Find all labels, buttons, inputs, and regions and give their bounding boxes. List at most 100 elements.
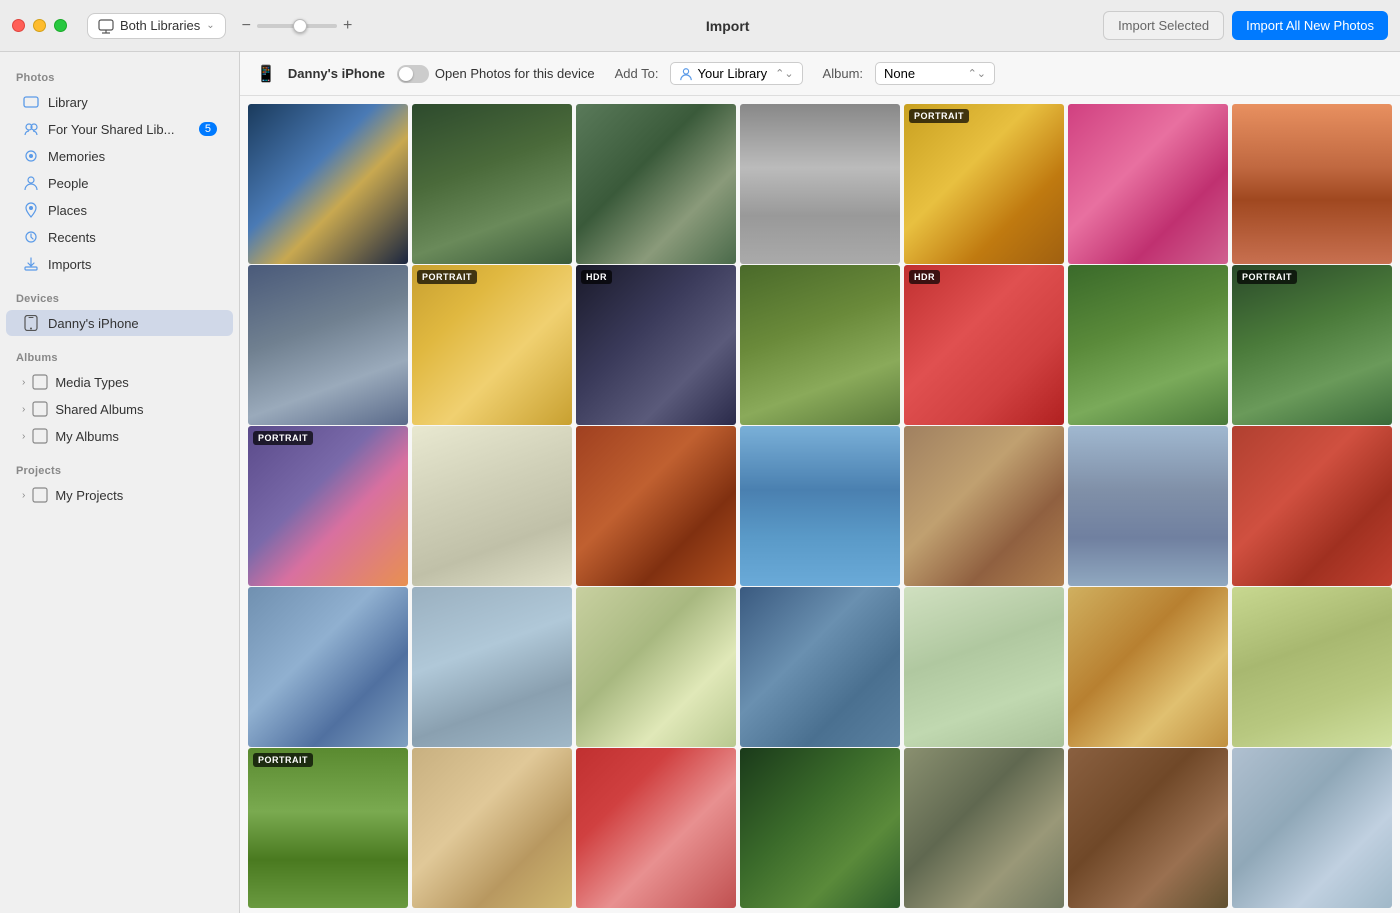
photo-cell[interactable] (1068, 265, 1228, 425)
photo-cell[interactable] (1068, 587, 1228, 747)
places-label: Places (48, 203, 87, 218)
device-label: Danny's iPhone (48, 316, 139, 331)
sidebar-item-people[interactable]: People (6, 170, 233, 196)
chevron-right-icon-2: › (22, 404, 25, 415)
photo-badge: PORTRAIT (417, 270, 477, 284)
chevron-right-icon-3: › (22, 431, 25, 442)
my-albums-label: My Albums (55, 429, 119, 444)
sidebar-item-recents[interactable]: Recents (6, 224, 233, 250)
media-types-icon (31, 373, 49, 391)
main-layout: Photos Library For Your Shared Lib... 5 … (0, 52, 1400, 913)
sidebar-item-shared-albums[interactable]: › Shared Albums (6, 396, 233, 422)
library-selector[interactable]: Both Libraries ⌄ (87, 13, 226, 39)
photo-cell[interactable]: HDR (576, 265, 736, 425)
sidebar-item-shared-lib[interactable]: For Your Shared Lib... 5 (6, 116, 233, 142)
photo-cell[interactable] (576, 104, 736, 264)
sidebar-item-device[interactable]: Danny's iPhone (6, 310, 233, 336)
photo-cell[interactable] (576, 587, 736, 747)
close-button[interactable] (12, 19, 25, 32)
photo-cell[interactable] (740, 104, 900, 264)
traffic-lights (12, 19, 67, 32)
photo-badge: PORTRAIT (253, 431, 313, 445)
photo-cell[interactable] (576, 426, 736, 586)
zoom-control: − + (242, 17, 353, 35)
photo-cell[interactable] (412, 587, 572, 747)
media-types-label: Media Types (55, 375, 128, 390)
photos-section-label: Photos (0, 64, 239, 88)
photo-cell[interactable] (1068, 426, 1228, 586)
photo-cell[interactable] (248, 587, 408, 747)
sidebar-item-my-projects[interactable]: › My Projects (6, 482, 233, 508)
people-icon (22, 174, 40, 192)
photo-cell[interactable] (412, 748, 572, 908)
chevron-right-icon-4: › (22, 490, 25, 501)
album-label: Album: (823, 66, 863, 81)
zoom-minus-button[interactable]: − (242, 17, 251, 35)
library-label: Library (48, 95, 88, 110)
photo-cell[interactable]: PORTRAIT (904, 104, 1064, 264)
phone-icon: 📱 (256, 64, 276, 84)
photo-cell[interactable] (1232, 587, 1392, 747)
sidebar-item-places[interactable]: Places (6, 197, 233, 223)
open-photos-toggle: Open Photos for this device (397, 65, 595, 83)
photo-cell[interactable] (904, 748, 1064, 908)
photo-cell[interactable]: PORTRAIT (248, 426, 408, 586)
photo-cell[interactable] (248, 265, 408, 425)
photo-cell[interactable] (576, 748, 736, 908)
photo-cell[interactable] (740, 587, 900, 747)
iphone-icon (22, 314, 40, 332)
places-icon (22, 201, 40, 219)
photo-cell[interactable] (904, 426, 1064, 586)
sidebar-item-my-albums[interactable]: › My Albums (6, 423, 233, 449)
page-title: Import (352, 18, 1103, 34)
import-selected-button[interactable]: Import Selected (1103, 11, 1224, 40)
shared-albums-icon (31, 400, 49, 418)
sidebar-item-memories[interactable]: Memories (6, 143, 233, 169)
library-dropdown-value: Your Library (697, 66, 767, 81)
content-area: 📱 Danny's iPhone Open Photos for this de… (240, 52, 1400, 913)
photo-cell[interactable] (248, 104, 408, 264)
photo-cell[interactable] (1068, 104, 1228, 264)
people-label: People (48, 176, 88, 191)
my-projects-icon (31, 486, 49, 504)
shared-lib-icon (22, 120, 40, 138)
photo-cell[interactable] (1232, 426, 1392, 586)
sidebar: Photos Library For Your Shared Lib... 5 … (0, 52, 240, 913)
sidebar-item-media-types[interactable]: › Media Types (6, 369, 233, 395)
photo-cell[interactable]: PORTRAIT (248, 748, 408, 908)
photo-cell[interactable]: HDR (904, 265, 1064, 425)
photo-cell[interactable] (1068, 748, 1228, 908)
zoom-slider[interactable] (257, 24, 337, 28)
albums-section-label: Albums (0, 344, 239, 368)
dropdown-arrows-icon: ⌃⌄ (775, 67, 793, 80)
imports-label: Imports (48, 257, 91, 272)
sidebar-item-imports[interactable]: Imports (6, 251, 233, 277)
photo-cell[interactable] (740, 265, 900, 425)
import-new-button[interactable]: Import All New Photos (1232, 11, 1388, 40)
album-dropdown-arrows-icon: ⌃⌄ (968, 67, 986, 80)
my-albums-icon (31, 427, 49, 445)
imports-icon (22, 255, 40, 273)
minimize-button[interactable] (33, 19, 46, 32)
photo-cell[interactable] (1232, 748, 1392, 908)
photo-badge: PORTRAIT (253, 753, 313, 767)
memories-icon (22, 147, 40, 165)
photo-cell[interactable] (412, 426, 572, 586)
album-dropdown[interactable]: None ⌃⌄ (875, 62, 995, 85)
library-dropdown[interactable]: Your Library ⌃⌄ (670, 62, 802, 85)
maximize-button[interactable] (54, 19, 67, 32)
photo-cell[interactable]: PORTRAIT (412, 265, 572, 425)
memories-label: Memories (48, 149, 105, 164)
photo-cell[interactable] (412, 104, 572, 264)
photo-cell[interactable] (740, 426, 900, 586)
title-bar: Both Libraries ⌄ − + Import Import Selec… (0, 0, 1400, 52)
photo-cell[interactable] (904, 587, 1064, 747)
zoom-plus-button[interactable]: + (343, 17, 352, 35)
sidebar-item-library[interactable]: Library (6, 89, 233, 115)
photo-badge: HDR (909, 270, 940, 284)
recents-icon (22, 228, 40, 246)
photo-cell[interactable] (740, 748, 900, 908)
toggle-switch[interactable] (397, 65, 429, 83)
photo-cell[interactable]: PORTRAIT (1232, 265, 1392, 425)
photo-cell[interactable] (1232, 104, 1392, 264)
